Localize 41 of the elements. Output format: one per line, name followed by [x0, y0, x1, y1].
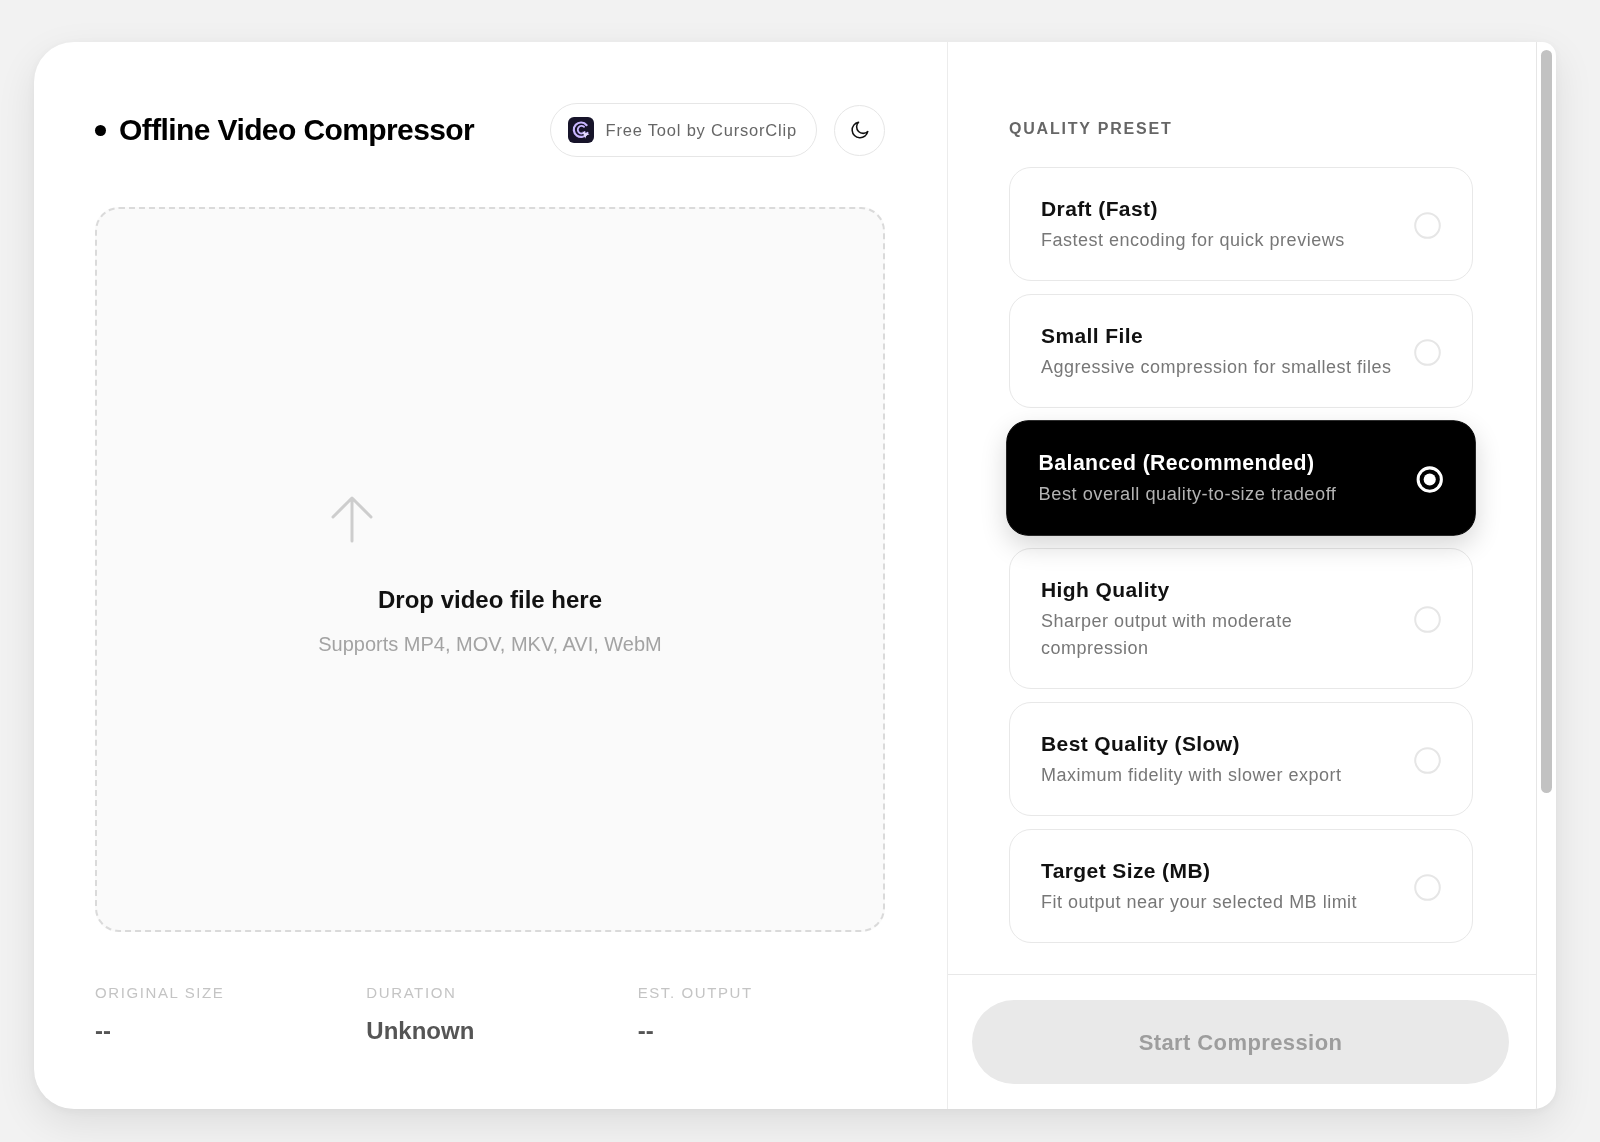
radio-icon[interactable]	[1414, 211, 1441, 239]
preset-description: Maximum fidelity with slower export	[1041, 764, 1343, 787]
dot-icon	[95, 124, 106, 136]
stat-label: DURATION	[366, 983, 458, 1003]
preset-option[interactable]: Balanced (Recommended) Best overall quality-to-size tradeoff	[1006, 420, 1476, 536]
upload-arrow-icon	[330, 495, 374, 543]
preset-option[interactable]: Small File Aggressive compression for smallest files	[1009, 294, 1473, 408]
stat-value: --	[95, 1016, 112, 1046]
preset-option[interactable]: High Quality Sharper output with moderate compression	[1009, 548, 1473, 689]
moon-icon	[848, 119, 871, 141]
drop-zone[interactable]: Drop video file here Supports MP4, MOV, MKV, AVI, WebM	[95, 207, 885, 932]
preset-description: Sharper output with moderate compression	[1041, 610, 1294, 660]
preset-description: Best overall quality-to-size tradeoff	[1038, 483, 1338, 507]
promo-link[interactable]: Free Tool by CursorClip	[549, 103, 817, 157]
preset-title: Draft (Fast)	[1041, 196, 1159, 222]
stat-value: Unknown	[366, 1016, 476, 1046]
radio-icon[interactable]	[1414, 746, 1441, 774]
supported-formats-text: Supports MP4, MOV, MKV, AVI, WebM	[318, 632, 662, 656]
preset-description: Aggressive compression for smallest files	[1041, 356, 1393, 379]
section-heading: QUALITY PRESET	[1009, 119, 1174, 139]
preset-title: High Quality	[1041, 577, 1171, 603]
preset-option[interactable]: Best Quality (Slow) Maximum fidelity with slower export	[1009, 702, 1473, 816]
stat-label: EST. OUTPUT	[637, 983, 754, 1003]
preset-option[interactable]: Target Size (MB) Fit output near your selected MB limit	[1009, 829, 1473, 943]
preset-description: Fastest encoding for quick previews	[1041, 229, 1346, 252]
radio-icon[interactable]	[1414, 338, 1441, 366]
preset-title: Small File	[1041, 323, 1145, 349]
stat-value: --	[637, 1016, 655, 1046]
preset-description: Fit output near your selected MB limit	[1041, 891, 1359, 914]
stat-label: ORIGINAL SIZE	[95, 983, 226, 1003]
preset-title: Target Size (MB)	[1041, 858, 1212, 884]
preset-title: Best Quality (Slow)	[1041, 731, 1241, 757]
app-logo-icon	[567, 117, 594, 143]
drop-title: Drop video file here	[377, 585, 603, 615]
preset-title: Balanced (Recommended)	[1038, 449, 1316, 476]
radio-icon[interactable]	[1414, 873, 1441, 901]
app-title: Offline Video Compressor	[119, 112, 475, 148]
scrollbar-thumb[interactable]	[1541, 50, 1552, 793]
theme-toggle-button[interactable]	[834, 104, 885, 156]
radio-icon[interactable]	[1414, 606, 1441, 633]
preset-option[interactable]: Draft (Fast) Fastest encoding for quick previews	[1009, 167, 1473, 281]
